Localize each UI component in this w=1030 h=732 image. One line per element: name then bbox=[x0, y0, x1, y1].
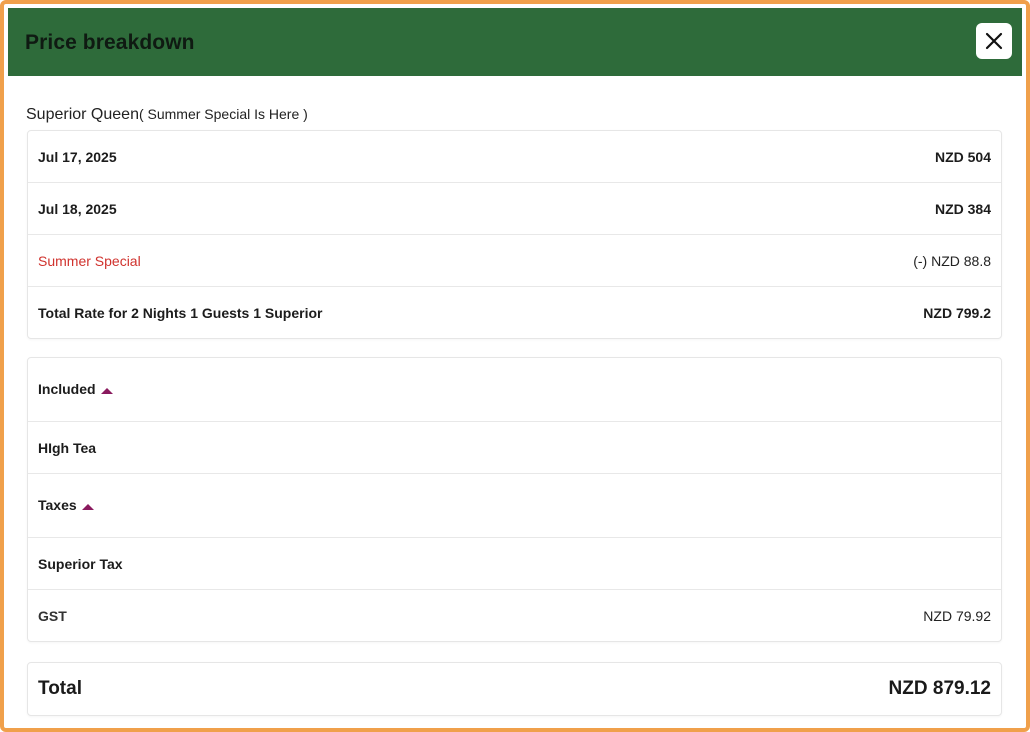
discount-row: Summer Special (-) NZD 88.8 bbox=[28, 235, 1001, 287]
rate-row: Jul 17, 2025 NZD 504 bbox=[28, 131, 1001, 183]
subtotal-row: Total Rate for 2 Nights 1 Guests 1 Super… bbox=[28, 287, 1001, 338]
rate-card: Jul 17, 2025 NZD 504 Jul 18, 2025 NZD 38… bbox=[27, 130, 1002, 339]
included-label: Included bbox=[38, 380, 96, 397]
modal-title: Price breakdown bbox=[25, 31, 195, 54]
rate-amount: NZD 384 bbox=[934, 200, 991, 217]
included-item: HIgh Tea bbox=[28, 422, 1001, 474]
rate-date: Jul 17, 2025 bbox=[38, 148, 117, 165]
modal-header: Price breakdown bbox=[8, 8, 1022, 76]
price-breakdown-modal: Price breakdown Superior Queen( Summer S… bbox=[0, 0, 1030, 732]
room-title: Superior Queen( Summer Special Is Here ) bbox=[26, 106, 308, 124]
extras-card: Included HIgh Tea Taxes Superior Tax GST… bbox=[27, 357, 1002, 642]
caret-up-icon bbox=[81, 498, 94, 514]
rate-date: Jul 18, 2025 bbox=[38, 200, 117, 217]
total-card: Total NZD 879.12 bbox=[27, 662, 1002, 716]
close-icon bbox=[985, 32, 1003, 50]
tax-group-row: Superior Tax bbox=[28, 538, 1001, 590]
tax-row: GST NZD 79.92 bbox=[28, 590, 1001, 641]
room-subtitle: ( Summer Special Is Here ) bbox=[138, 106, 308, 122]
caret-up-icon bbox=[100, 382, 113, 398]
room-name: Superior Queen bbox=[26, 106, 139, 123]
discount-amount: (-) NZD 88.8 bbox=[913, 252, 991, 269]
tax-amount: NZD 79.92 bbox=[923, 607, 991, 624]
rate-amount: NZD 504 bbox=[934, 148, 991, 165]
subtotal-amount: NZD 799.2 bbox=[923, 304, 991, 321]
subtotal-label: Total Rate for 2 Nights 1 Guests 1 Super… bbox=[38, 304, 323, 321]
total-amount: NZD 879.12 bbox=[888, 678, 991, 699]
included-toggle[interactable]: Included bbox=[28, 358, 1001, 422]
included-header: Included bbox=[38, 381, 113, 398]
taxes-toggle[interactable]: Taxes bbox=[28, 474, 1001, 538]
taxes-label: Taxes bbox=[38, 496, 77, 513]
tax-label: GST bbox=[38, 607, 67, 624]
taxes-header: Taxes bbox=[38, 497, 94, 514]
included-item-label: HIgh Tea bbox=[38, 439, 97, 456]
rate-row: Jul 18, 2025 NZD 384 bbox=[28, 183, 1001, 235]
close-button[interactable] bbox=[976, 23, 1012, 59]
total-label: Total bbox=[38, 678, 82, 699]
tax-group-label: Superior Tax bbox=[38, 555, 123, 572]
total-row: Total NZD 879.12 bbox=[28, 663, 1001, 715]
discount-label: Summer Special bbox=[38, 252, 141, 269]
